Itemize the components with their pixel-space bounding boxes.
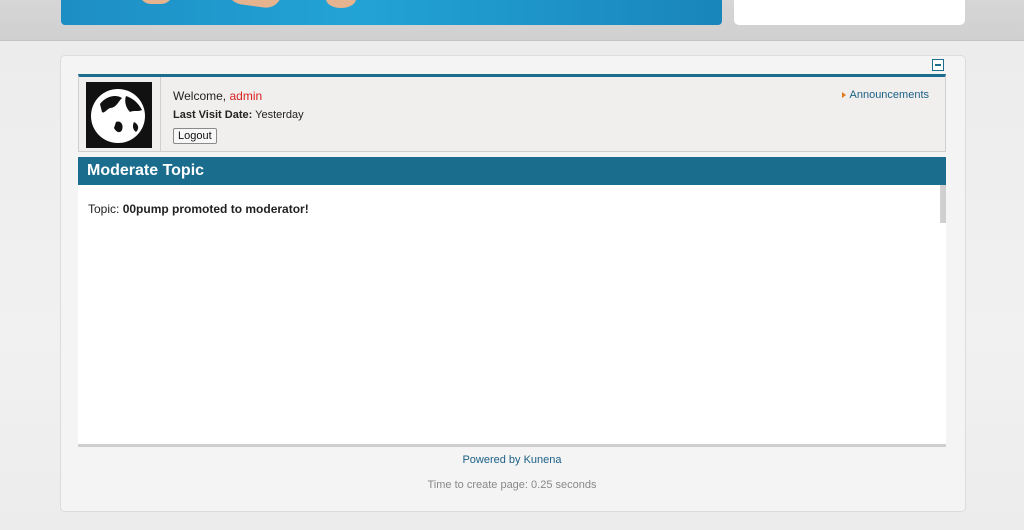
logout-button[interactable]: Logout: [173, 128, 217, 144]
topic-label: Topic:: [88, 202, 120, 216]
header-side-box: [734, 0, 965, 25]
avatar-cell: [79, 77, 161, 152]
last-visit: Last Visit Date: Yesterday: [173, 109, 304, 121]
site-header-strip: [0, 0, 1024, 41]
topic-line: Topic: 00pump promoted to moderator!: [88, 202, 309, 216]
welcome-prefix: Welcome,: [173, 89, 227, 103]
profile-box: Welcome, admin Last Visit Date: Yesterda…: [78, 74, 946, 152]
last-visit-label: Last Visit Date:: [173, 109, 253, 121]
announcements-label[interactable]: Announcements: [850, 89, 930, 101]
announcements-link[interactable]: Announcements: [841, 89, 930, 101]
powered-by-link[interactable]: Powered by Kunena: [0, 454, 1024, 466]
banner-graphic: [326, 0, 356, 8]
topic-title: 00pump promoted to moderator!: [122, 202, 309, 216]
banner-graphic: [225, 0, 282, 10]
banner-graphic: [139, 0, 173, 4]
moderate-content: Topic: 00pump promoted to moderator!: [78, 185, 946, 447]
last-visit-value: Yesterday: [255, 109, 304, 121]
scrollbar[interactable]: [932, 185, 946, 223]
page-time: Time to create page: 0.25 seconds: [427, 479, 597, 491]
collapse-icon[interactable]: [932, 59, 944, 71]
section-title: Moderate Topic: [78, 157, 946, 185]
username-link[interactable]: admin: [229, 89, 262, 103]
arrow-right-icon: [841, 92, 846, 99]
welcome-text: Welcome, admin: [173, 89, 262, 103]
avatar[interactable]: [86, 82, 152, 148]
site-banner: [61, 0, 722, 25]
